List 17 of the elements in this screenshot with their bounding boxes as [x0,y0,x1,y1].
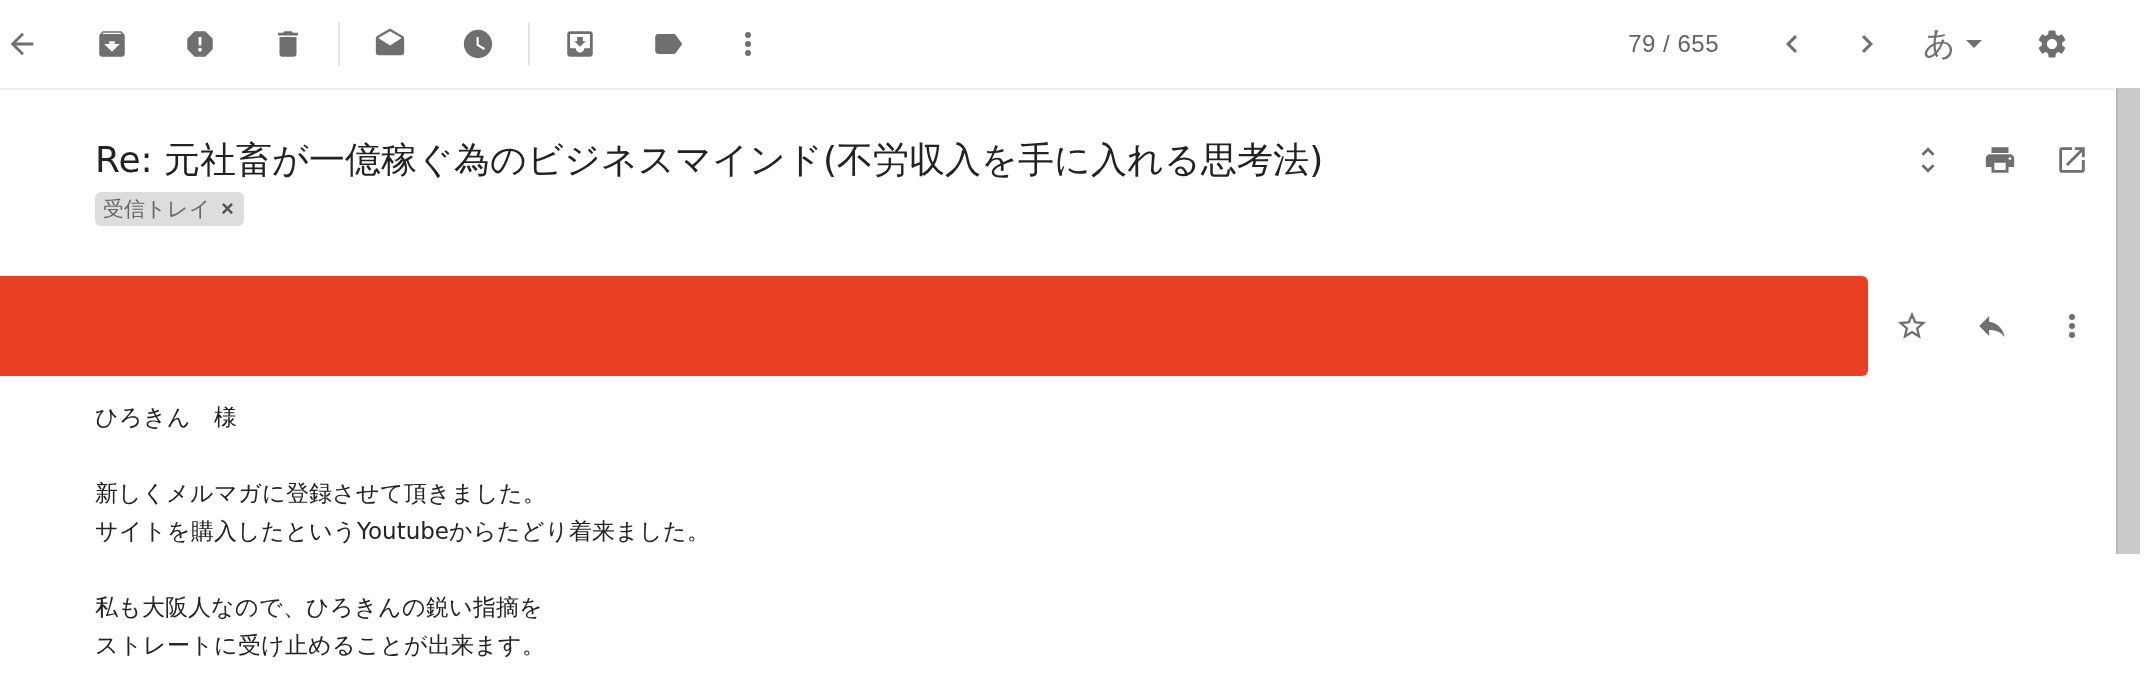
body-text: ストレートに受け止めることが出来ます。 [95,631,546,660]
more-vertical-icon [745,32,751,56]
scrollbar-thumb[interactable] [2116,88,2140,554]
body-text: サイトを購入したというYoutubeからたどり着来ました。 [95,517,711,546]
email-subject: Re: 元社畜が一億稼ぐ為のビジネスマインド(不労収入を手に入れる思考法) [95,138,1325,182]
body-text: 新しくメルマガに登録させて頂きました。 [95,479,547,508]
body-text: ひろきん 様 [95,403,238,432]
body-text: 私も大阪人なので、ひろきんの鋭い指摘を [95,593,544,622]
chevron-left-icon [1785,35,1797,53]
caret-icon [1966,40,1982,48]
message-counter: 79 / 655 [1628,30,1719,58]
remove-label-button[interactable]: × [221,196,234,222]
chevron-right-icon [1861,35,1873,53]
clock-icon [461,27,495,61]
input-tools-button[interactable]: あ [1919,22,1986,66]
label-text: 受信トレイ [103,196,211,223]
more-vertical-icon [2069,314,2075,338]
